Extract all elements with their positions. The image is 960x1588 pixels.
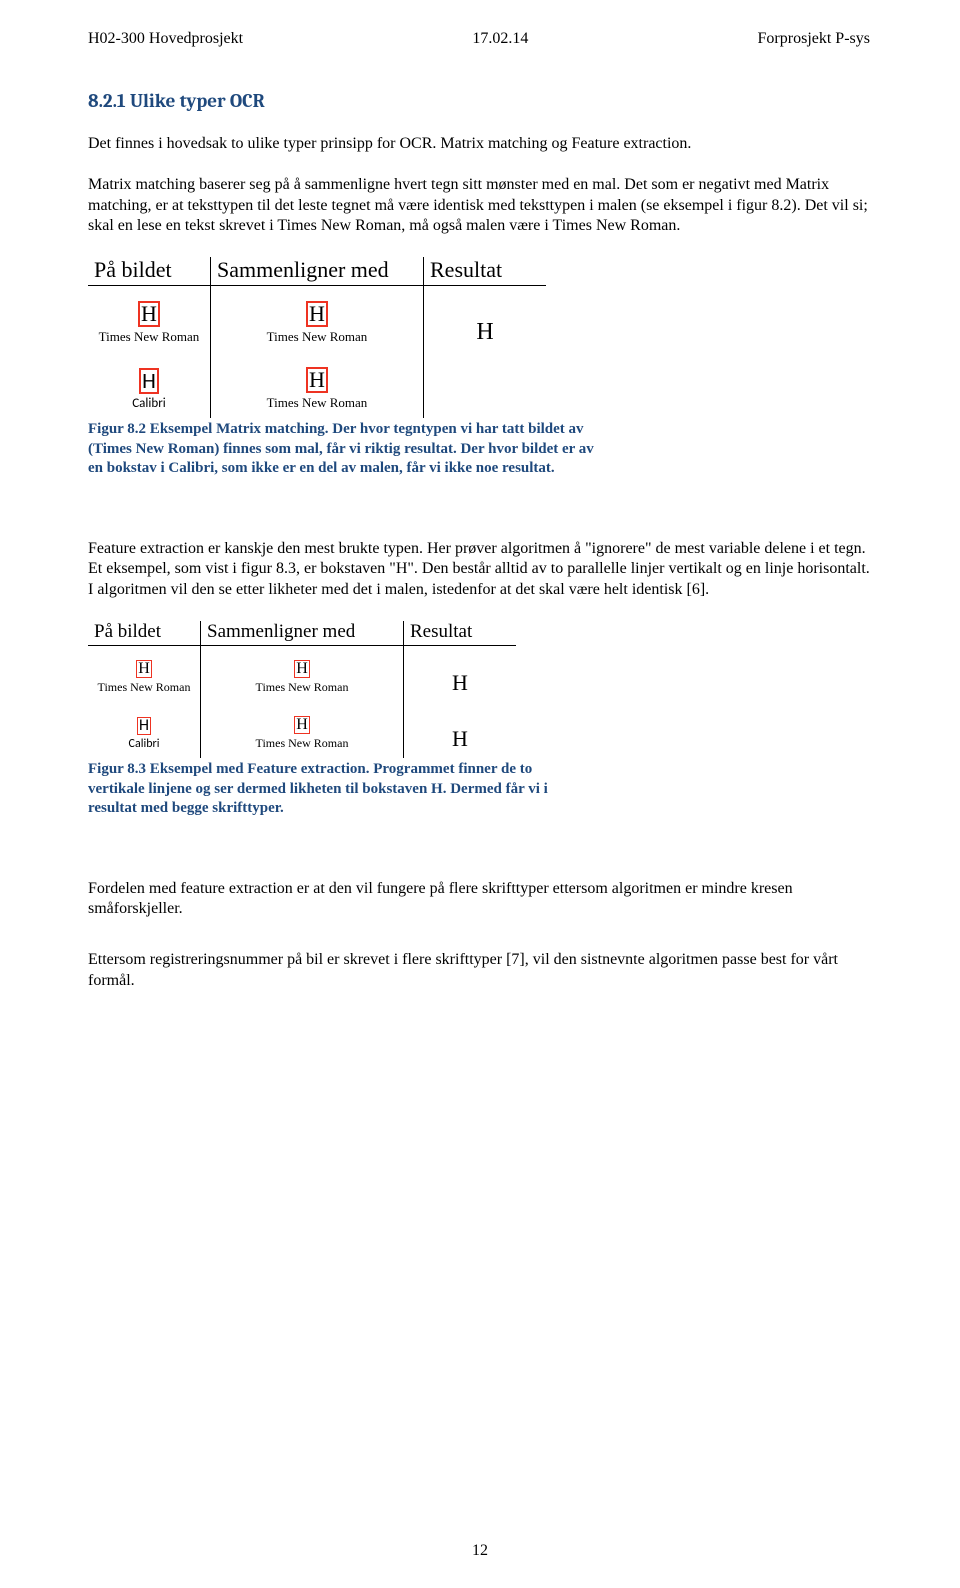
glyph-letter: H <box>294 716 310 734</box>
header-right: Forprosjekt P-sys <box>758 30 870 48</box>
table-cell: H <box>404 646 517 703</box>
table-header: På bildet <box>88 257 211 286</box>
font-label: Times New Roman <box>256 680 349 695</box>
header-center: 17.02.14 <box>472 30 528 48</box>
font-label: Times New Roman <box>267 395 368 411</box>
body-paragraph: Det finnes i hovedsak to ulike typer pri… <box>88 134 870 155</box>
glyph-letter: H <box>306 301 328 327</box>
table-cell <box>424 352 547 418</box>
font-label: Times New Roman <box>98 680 191 695</box>
table-cell: H Times New Roman <box>88 646 201 703</box>
table-header: Resultat <box>404 621 517 646</box>
table-cell: H Times New Roman <box>201 702 404 758</box>
body-paragraph: Ettersom registreringsnummer på bil er s… <box>88 950 870 992</box>
table-cell: H Calibri <box>88 352 211 418</box>
font-label: Times New Roman <box>256 736 349 751</box>
table-cell: H Times New Roman <box>201 646 404 703</box>
glyph-letter: H <box>306 367 328 393</box>
body-paragraph: Matrix matching baserer seg på å sammenl… <box>88 175 870 237</box>
figure-8-2-table: På bildet Sammenligner med Resultat H Ti… <box>88 257 546 418</box>
table-cell: H Calibri <box>88 702 201 758</box>
figure-8-3-caption: Figur 8.3 Eksempel med Feature extractio… <box>88 760 588 819</box>
font-label: Times New Roman <box>267 329 368 345</box>
table-cell: H <box>404 702 517 758</box>
glyph-letter: H <box>294 660 310 678</box>
figure-8-2-caption: Figur 8.2 Eksempel Matrix matching. Der … <box>88 420 608 479</box>
body-paragraph: Feature extraction er kanskje den mest b… <box>88 539 870 601</box>
table-cell: H Times New Roman <box>211 352 424 418</box>
table-cell: H Times New Roman <box>211 286 424 353</box>
glyph-letter: H <box>137 717 151 735</box>
table-header: Sammenligner med <box>211 257 424 286</box>
figure-8-3-table: På bildet Sammenligner med Resultat H Ti… <box>88 621 516 758</box>
table-cell: H <box>424 286 547 353</box>
glyph-letter: H <box>136 660 152 678</box>
document-page: H02-300 Hovedprosjekt 17.02.14 Forprosje… <box>0 0 960 1588</box>
table-cell: H Times New Roman <box>88 286 211 353</box>
result-letter: H <box>452 670 468 695</box>
header-left: H02-300 Hovedprosjekt <box>88 30 243 48</box>
page-number: 12 <box>0 1542 960 1560</box>
glyph-letter: H <box>138 301 160 327</box>
table-header: Resultat <box>424 257 547 286</box>
result-letter: H <box>452 726 468 751</box>
font-label: Times New Roman <box>99 329 200 345</box>
result-letter: H <box>476 319 493 345</box>
font-label: Calibri <box>129 737 160 751</box>
table-header: Sammenligner med <box>201 621 404 646</box>
body-paragraph: Fordelen med feature extraction er at de… <box>88 879 870 921</box>
glyph-letter: H <box>139 368 159 394</box>
page-header: H02-300 Hovedprosjekt 17.02.14 Forprosje… <box>88 30 870 48</box>
section-heading: 8.2.1 Ulike typer OCR <box>88 90 870 112</box>
table-header: På bildet <box>88 621 201 646</box>
font-label: Calibri <box>132 396 165 411</box>
